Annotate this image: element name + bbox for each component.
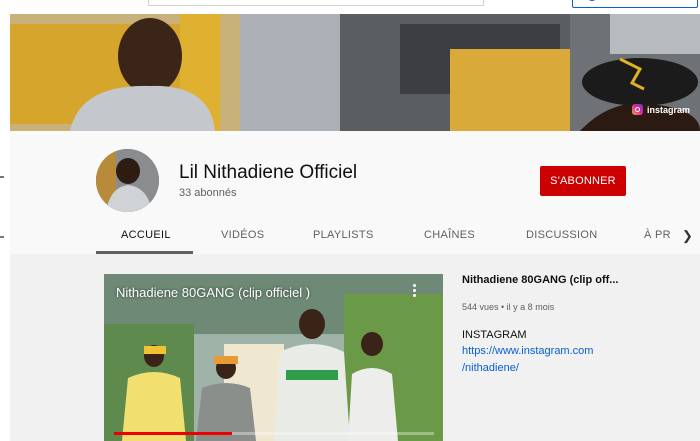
youtube-channel-page: instagram Lil Nithadiene Officiel 33 abo… xyxy=(0,0,700,441)
channel-tabs: ACCUEIL VIDÉOS PLAYLISTS CHAÎNES DISCUSS… xyxy=(10,223,700,254)
banner-image xyxy=(10,14,700,131)
tab-accueil[interactable]: ACCUEIL xyxy=(121,223,171,254)
sidebar-mark xyxy=(0,176,4,178)
video-progress-fill xyxy=(114,432,233,435)
instagram-label: instagram xyxy=(646,104,690,115)
video-progress-bar[interactable] xyxy=(114,432,434,435)
subscriber-count: 33 abonnés xyxy=(179,187,237,199)
sign-in-button[interactable] xyxy=(572,0,698,8)
instagram-link-continued[interactable]: /nithadiene/ xyxy=(462,362,519,374)
channel-avatar[interactable] xyxy=(96,149,159,212)
featured-video-player[interactable]: Nithadiene 80GANG (clip officiel ) xyxy=(104,274,443,441)
tab-discussion[interactable]: DISCUSSION xyxy=(526,223,597,254)
left-sidebar-edge xyxy=(0,14,10,441)
sidebar-mark xyxy=(0,236,4,238)
account-icon xyxy=(587,0,597,1)
video-description: INSTAGRAM xyxy=(462,329,527,341)
channel-home-content: Nithadiene 80GANG (clip officiel ) Nitha… xyxy=(10,254,700,441)
video-player-title[interactable]: Nithadiene 80GANG (clip officiel ) xyxy=(116,285,310,300)
video-title-link[interactable]: Nithadiene 80GANG (clip off... xyxy=(462,274,618,286)
tab-a-propos[interactable]: À PR xyxy=(644,223,671,254)
tab-playlists[interactable]: PLAYLISTS xyxy=(313,223,374,254)
more-vert-icon[interactable] xyxy=(413,284,417,298)
chevron-right-icon[interactable]: ❯ xyxy=(682,228,693,244)
video-meta: 544 vues • il y a 8 mois xyxy=(462,302,555,312)
instagram-watermark: instagram xyxy=(631,104,690,115)
instagram-link[interactable]: https://www.instagram.com xyxy=(462,345,593,357)
instagram-icon xyxy=(631,104,643,115)
channel-header: Lil Nithadiene Officiel 33 abonnés S'ABO… xyxy=(10,131,700,254)
channel-name: Lil Nithadiene Officiel xyxy=(179,162,358,183)
tab-videos[interactable]: VIDÉOS xyxy=(221,223,264,254)
avatar-image xyxy=(96,149,159,212)
top-bar xyxy=(0,0,700,14)
channel-banner: instagram xyxy=(10,14,700,131)
search-input[interactable] xyxy=(148,0,484,6)
tab-chaines[interactable]: CHAÎNES xyxy=(424,223,475,254)
subscribe-button[interactable]: S'ABONNER xyxy=(540,166,626,196)
